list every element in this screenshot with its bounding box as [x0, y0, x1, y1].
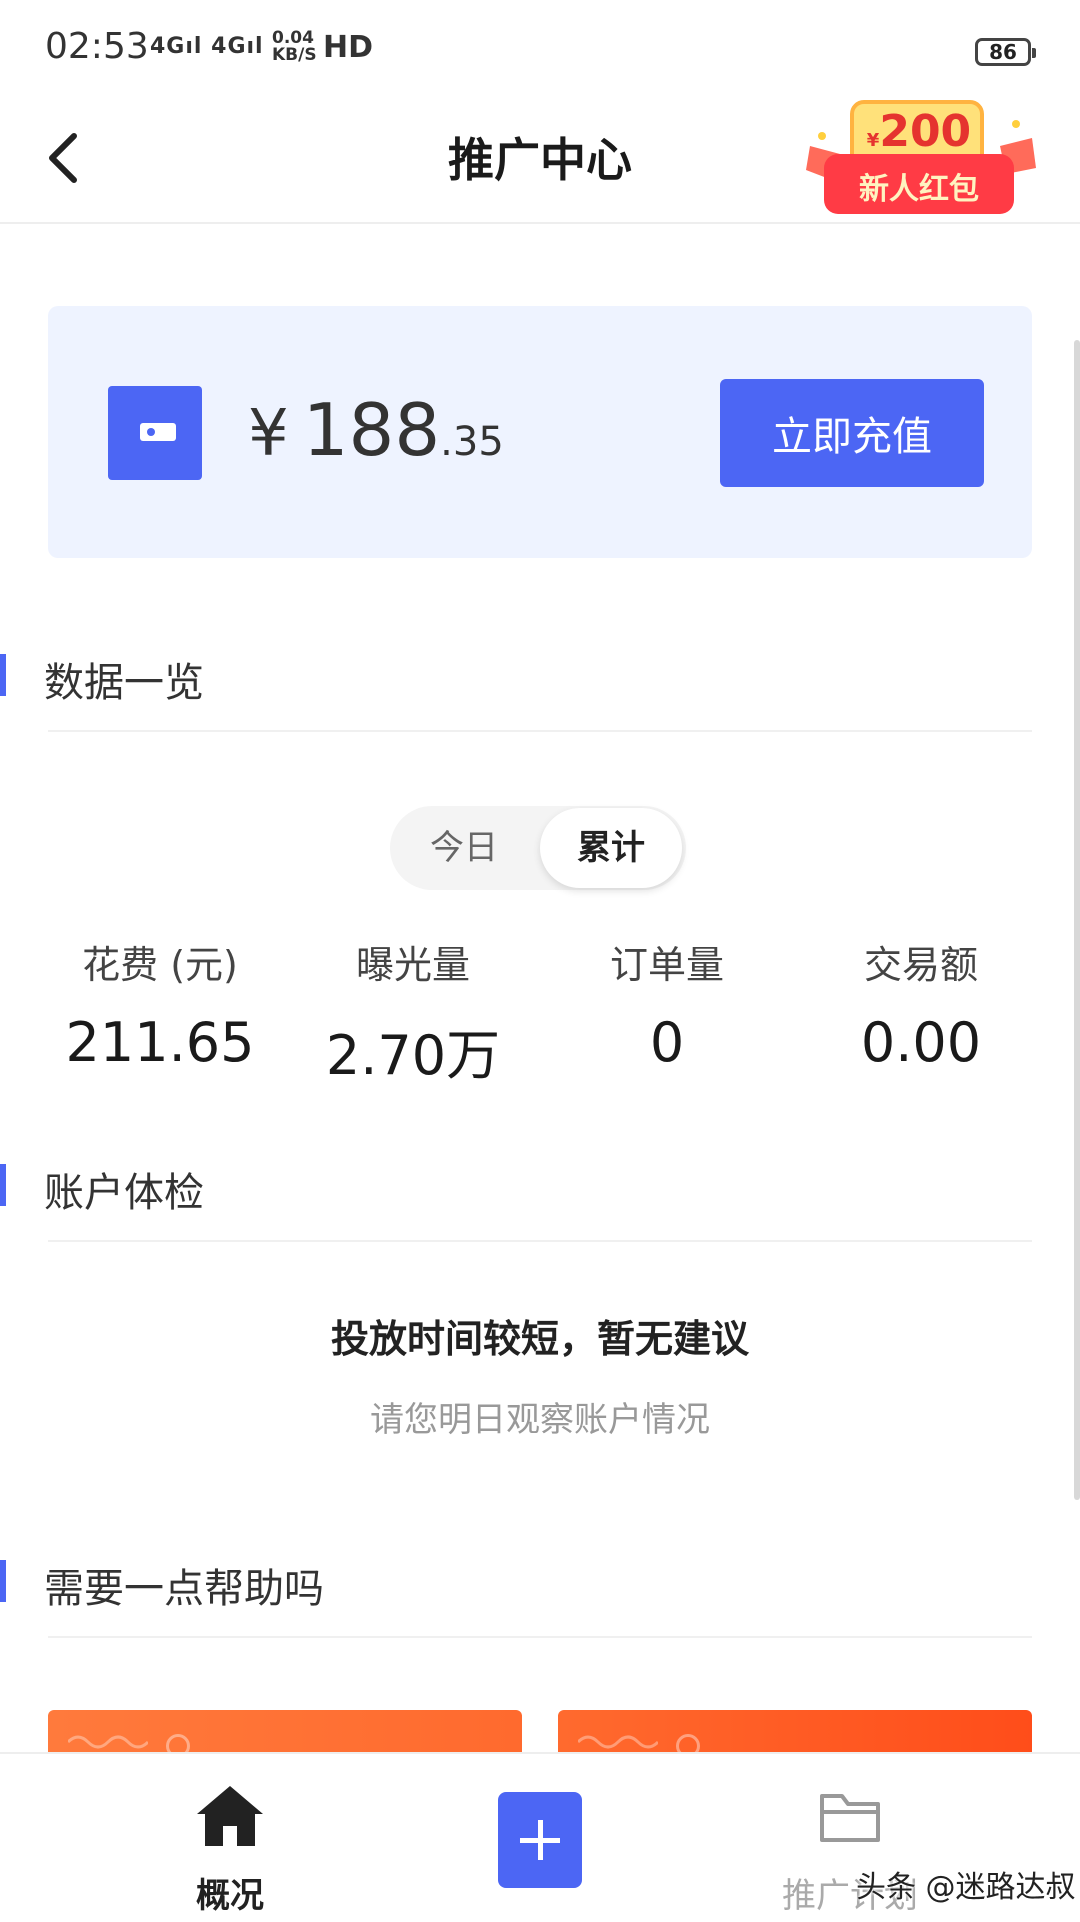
wave-decoration-icon	[68, 1735, 148, 1749]
help-section-title: 需要一点帮助吗	[44, 1566, 324, 1612]
net-speed-unit: KB/S	[272, 45, 317, 65]
hd-indicator: HD	[323, 30, 374, 65]
account-check-section-title: 账户体检	[44, 1170, 204, 1216]
nav-home-label: 概况	[196, 1876, 264, 1916]
tab-today[interactable]: 今日	[390, 806, 538, 890]
new-user-red-packet-badge[interactable]: ¥200 新人红包	[800, 84, 1040, 214]
tab-total[interactable]: 累计	[540, 808, 682, 888]
wave-decoration-icon	[578, 1735, 658, 1749]
divider	[48, 730, 1032, 732]
overview-section-title: 数据一览	[44, 660, 204, 706]
stat-value: 2.70万	[325, 1024, 501, 1087]
balance-decimal: .35	[440, 419, 504, 465]
wallet-icon	[108, 386, 202, 480]
stat-impressions: 曝光量 2.70万	[278, 934, 548, 1090]
add-button[interactable]	[498, 1792, 582, 1888]
net-speed: 0.04 KB/S	[272, 30, 317, 64]
balance-integer: 188	[302, 388, 441, 472]
promo-label: 新人红包	[859, 172, 979, 207]
stat-gmv: 交易额 0.00	[786, 934, 1056, 1074]
account-check-sub-message: 请您明日观察账户情况	[370, 1400, 710, 1440]
promo-currency: ¥	[866, 130, 880, 151]
stat-value: 0	[649, 1011, 685, 1074]
period-toggle: 今日 累计	[390, 806, 686, 890]
section-marker	[0, 1560, 6, 1602]
balance-currency: ¥	[248, 397, 289, 471]
recharge-button[interactable]: 立即充值	[720, 379, 984, 487]
stat-orders: 订单量 0	[532, 934, 802, 1074]
stat-value: 211.65	[65, 1011, 255, 1074]
watermark: 头条 @迷路达叔	[856, 1870, 1076, 1905]
divider	[48, 1240, 1032, 1242]
stat-label: 曝光量	[355, 943, 470, 987]
balance-card: ¥188.35 立即充值	[48, 306, 1032, 558]
signal-2-label: 4G	[211, 34, 247, 59]
scrollbar[interactable]	[1074, 340, 1080, 1500]
header: 推广中心 ¥200 新人红包	[0, 100, 1080, 224]
home-icon	[197, 1786, 263, 1846]
signal-bars-icon: ıl	[246, 34, 264, 59]
account-check-message: 投放时间较短，暂无建议	[330, 1317, 749, 1361]
signal-indicators: 4Gıl 4Gıl	[150, 34, 264, 59]
divider	[48, 1636, 1032, 1638]
stat-label: 花费 (元)	[82, 943, 238, 987]
balance-amount: ¥188.35	[248, 388, 504, 472]
status-time: 02:53	[45, 26, 149, 67]
nav-home[interactable]: 概况	[170, 1784, 290, 1916]
stat-label: 交易额	[863, 943, 978, 987]
stat-cost: 花费 (元) 211.65	[25, 934, 295, 1074]
stat-label: 订单量	[609, 943, 724, 987]
plus-icon	[520, 1820, 560, 1860]
section-marker	[0, 1164, 6, 1206]
folder-icon	[820, 1794, 880, 1842]
section-marker	[0, 654, 6, 696]
signal-bars-icon: ıl	[185, 34, 203, 59]
signal-1-label: 4G	[150, 34, 186, 59]
battery-icon: 86	[975, 38, 1036, 66]
stat-value: 0.00	[860, 1011, 982, 1074]
promo-amount: 200	[879, 106, 972, 157]
battery-level: 86	[989, 40, 1017, 64]
